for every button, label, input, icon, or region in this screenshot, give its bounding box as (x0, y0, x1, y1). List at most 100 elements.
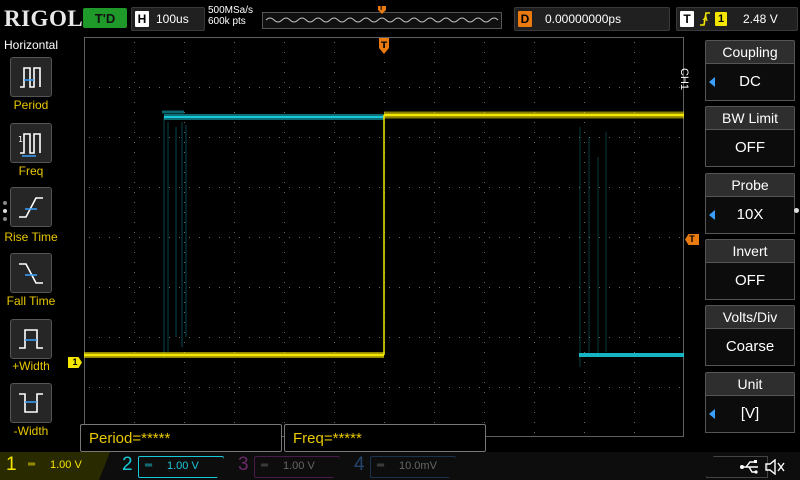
probe-softkey[interactable]: Probe 10X (705, 173, 795, 234)
grid-dot (484, 242, 485, 243)
probe-value-box[interactable]: 10X (705, 196, 795, 234)
grid-dot (334, 152, 335, 153)
speaker-muted-icon[interactable] (764, 459, 786, 475)
grid-dot (234, 152, 235, 153)
grid-dot (184, 152, 185, 153)
grid-dot (469, 287, 470, 288)
freq-measurement[interactable]: Freq=***** (284, 424, 486, 452)
grid-dot (184, 72, 185, 73)
memory-overview[interactable]: T (262, 5, 502, 30)
unit-softkey[interactable]: Unit [V] (705, 372, 795, 433)
grid-dot (479, 87, 480, 88)
grid-dot (134, 402, 135, 403)
grid-dot (629, 387, 630, 388)
grid-dot (299, 87, 300, 88)
timebase-box[interactable]: H 100us (131, 7, 205, 31)
volts-div-softkey[interactable]: Volts/Div Coarse (705, 305, 795, 366)
grid-dot (209, 387, 210, 388)
grid-dot (434, 272, 435, 273)
waveform-display[interactable] (84, 37, 684, 437)
bw-limit-value-box[interactable]: OFF (705, 129, 795, 167)
grid-dot (234, 422, 235, 423)
grid-dot (184, 292, 185, 293)
grid-dot (319, 187, 320, 188)
grid-dot (249, 137, 250, 138)
grid-dot (399, 387, 400, 388)
freq-button[interactable]: 1 (10, 123, 52, 163)
grid-dot (434, 262, 435, 263)
period-button[interactable] (10, 57, 52, 97)
channel-3-scale: 1.00 V (283, 460, 315, 472)
grid-dot (339, 187, 340, 188)
pos-width-button[interactable] (10, 319, 52, 359)
grid-dot (119, 287, 120, 288)
grid-dot (669, 137, 670, 138)
grid-dot (234, 72, 235, 73)
grid-dot (139, 287, 140, 288)
neg-width-button[interactable] (10, 383, 52, 423)
period-measurement[interactable]: Period=***** (80, 424, 282, 452)
grid-dot (379, 187, 380, 188)
grid-dot (619, 287, 620, 288)
grid-dot (434, 142, 435, 143)
grid-dot (379, 387, 380, 388)
unit-value-box[interactable]: [V] (705, 395, 795, 433)
grid-dot (229, 237, 230, 238)
grid-dot (334, 252, 335, 253)
coupling-value-box[interactable]: DC (705, 63, 795, 101)
grid-dot (399, 87, 400, 88)
delay-box[interactable]: D 0.00000000ps (514, 7, 670, 31)
grid-dot (99, 137, 100, 138)
grid-dot (284, 82, 285, 83)
grid-dot (484, 342, 485, 343)
channel-1-status[interactable]: 1 ═ 1.00 V (0, 452, 116, 480)
grid-dot (559, 387, 560, 388)
fall-time-button[interactable] (10, 253, 52, 293)
grid-dot (259, 137, 260, 138)
volts-div-value-box[interactable]: Coarse (705, 328, 795, 366)
grid-dot (369, 87, 370, 88)
grid-dot (109, 337, 110, 338)
grid-dot (559, 287, 560, 288)
grid-dot (239, 337, 240, 338)
grid-dot (384, 372, 385, 373)
rise-time-button[interactable] (10, 187, 52, 227)
grid-dot (129, 87, 130, 88)
trigger-status-badge: T'D (83, 8, 127, 28)
grid-dot (634, 352, 635, 353)
grid-dot (229, 387, 230, 388)
grid-dot (484, 162, 485, 163)
grid-dot (634, 372, 635, 373)
grid-dot (484, 212, 485, 213)
trigger-box[interactable]: T 1 2.48 V (676, 7, 798, 31)
grid-dot (284, 132, 285, 133)
channel-3-status[interactable]: 3 ═ 1.00 V (232, 452, 348, 480)
grid-dot (419, 187, 420, 188)
fall-time-label: Fall Time (6, 294, 56, 308)
grid-dot (279, 187, 280, 188)
grid-dot (189, 337, 190, 338)
ch1-ground-marker[interactable]: 1 (68, 357, 82, 368)
grid-dot (499, 387, 500, 388)
grid-dot (629, 87, 630, 88)
invert-value-box[interactable]: OFF (705, 262, 795, 300)
grid-dot (519, 337, 520, 338)
bw-limit-softkey[interactable]: BW Limit OFF (705, 106, 795, 167)
grid-dot (584, 202, 585, 203)
grid-dot (479, 337, 480, 338)
channel-4-status[interactable]: 4 ═ 10.0mV (348, 452, 464, 480)
channel-3-settings: ═ 1.00 V (254, 456, 340, 478)
grid-dot (639, 237, 640, 238)
grid-dot (489, 287, 490, 288)
grid-dot (649, 287, 650, 288)
grid-dot (609, 237, 610, 238)
invert-softkey[interactable]: Invert OFF (705, 239, 795, 300)
channel-3-number: 3 (238, 454, 249, 475)
channel-2-status[interactable]: 2 ═ 1.00 V (116, 452, 232, 480)
coupling-softkey[interactable]: Coupling DC (705, 40, 795, 101)
grid-dot (434, 212, 435, 213)
trigger-position-arrow[interactable]: T (378, 38, 390, 58)
grid-dot (449, 387, 450, 388)
grid-dot (559, 337, 560, 338)
grid-dot (234, 322, 235, 323)
